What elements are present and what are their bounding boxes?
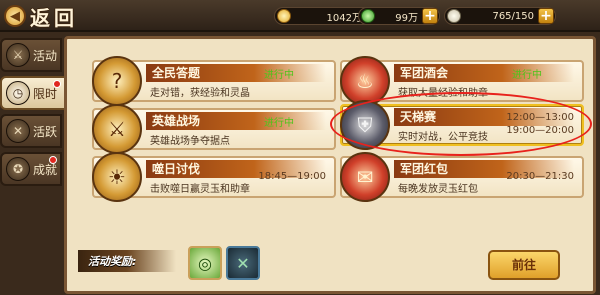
notification-dot xyxy=(49,156,57,164)
tab-daily-active[interactable]: ✕ 活跃 xyxy=(0,114,62,148)
crossed-tools-icon: ✕ xyxy=(6,119,30,143)
swords-icon: ⚔ xyxy=(6,43,30,67)
event-title: 英雄战场 xyxy=(146,112,326,130)
go-button[interactable]: 前往 xyxy=(488,250,560,280)
bowl-icon xyxy=(447,9,461,23)
crossed-swords-reward-icon[interactable]: ✕ xyxy=(226,246,260,280)
event-status: 进行中 xyxy=(264,70,294,81)
coin-icon xyxy=(277,9,291,23)
tab-label: 限时 xyxy=(33,86,58,101)
event-time: 18:45—19:00 xyxy=(258,171,326,182)
stamina-resource: 765/150 + xyxy=(444,7,556,25)
jade-resource: 99万 + xyxy=(358,7,440,25)
event-card-sun-devourer[interactable]: ☀ 噬日讨伐 击败噬日赢灵玉和助章 18:45—19:00 xyxy=(92,152,336,202)
coin-value: 1042万 xyxy=(326,12,362,24)
top-bar: ◀ 返回 1042万 + 99万 + 765/150 + xyxy=(0,0,600,32)
event-card-quiz[interactable]: ? 全民答题 进行中 走对错，获经验和灵晶 xyxy=(92,56,336,106)
sun-emblem-icon: ☀ xyxy=(92,152,142,202)
back-label: 返回 xyxy=(30,5,78,30)
event-time: 20:30—21:30 xyxy=(506,171,574,182)
event-desc: 每晚发放灵玉红包 xyxy=(398,184,478,195)
event-desc: 击败噬日赢灵玉和助章 xyxy=(150,184,250,195)
reward-label: 活动奖励: xyxy=(78,250,177,272)
add-jade-button[interactable]: + xyxy=(422,8,438,24)
tab-label: 活动 xyxy=(33,48,58,63)
add-stamina-button[interactable]: + xyxy=(538,8,554,24)
sidebar: ⚔ 活动 ◷ 限时 ✕ 活跃 ✪ 成就 xyxy=(0,38,66,190)
event-desc: 英雄战场争夺据点 xyxy=(150,136,230,147)
event-status: 进行中 xyxy=(264,118,294,129)
event-card-hero-battlefield[interactable]: ⚔ 英雄战场 进行中 英雄战场争夺据点 xyxy=(92,104,336,154)
battlefield-emblem-icon: ⚔ xyxy=(92,104,142,154)
back-arrow-icon: ◀ xyxy=(4,5,26,27)
event-title: 军团酒会 xyxy=(394,64,574,82)
medal-icon: ✪ xyxy=(6,157,30,181)
back-button[interactable]: ◀ 返回 xyxy=(4,2,104,30)
redpacket-emblem-icon: ✉ xyxy=(340,152,390,202)
event-status: 进行中 xyxy=(512,70,542,81)
tab-label: 活跃 xyxy=(33,124,58,139)
event-card-legion-redpacket[interactable]: ✉ 军团红包 每晚发放灵玉红包 20:30—21:30 xyxy=(340,152,584,202)
tab-activity[interactable]: ⚔ 活动 xyxy=(0,38,62,72)
highlight-ring xyxy=(330,92,592,156)
notification-dot xyxy=(53,80,61,88)
jade-reward-icon[interactable]: ◎ xyxy=(188,246,222,280)
stamina-value: 765/150 xyxy=(492,10,534,22)
event-title: 全民答题 xyxy=(146,64,326,82)
event-desc: 走对错，获经验和灵晶 xyxy=(150,88,250,99)
quiz-emblem-icon: ? xyxy=(92,56,142,106)
clock-icon: ◷ xyxy=(6,81,30,105)
tab-achievement[interactable]: ✪ 成就 xyxy=(0,152,62,186)
jade-icon xyxy=(361,9,375,23)
jade-value: 99万 xyxy=(395,12,418,24)
reward-bar: 活动奖励: ◎ ✕ xyxy=(68,240,538,286)
tab-limited[interactable]: ◷ 限时 xyxy=(0,76,66,110)
